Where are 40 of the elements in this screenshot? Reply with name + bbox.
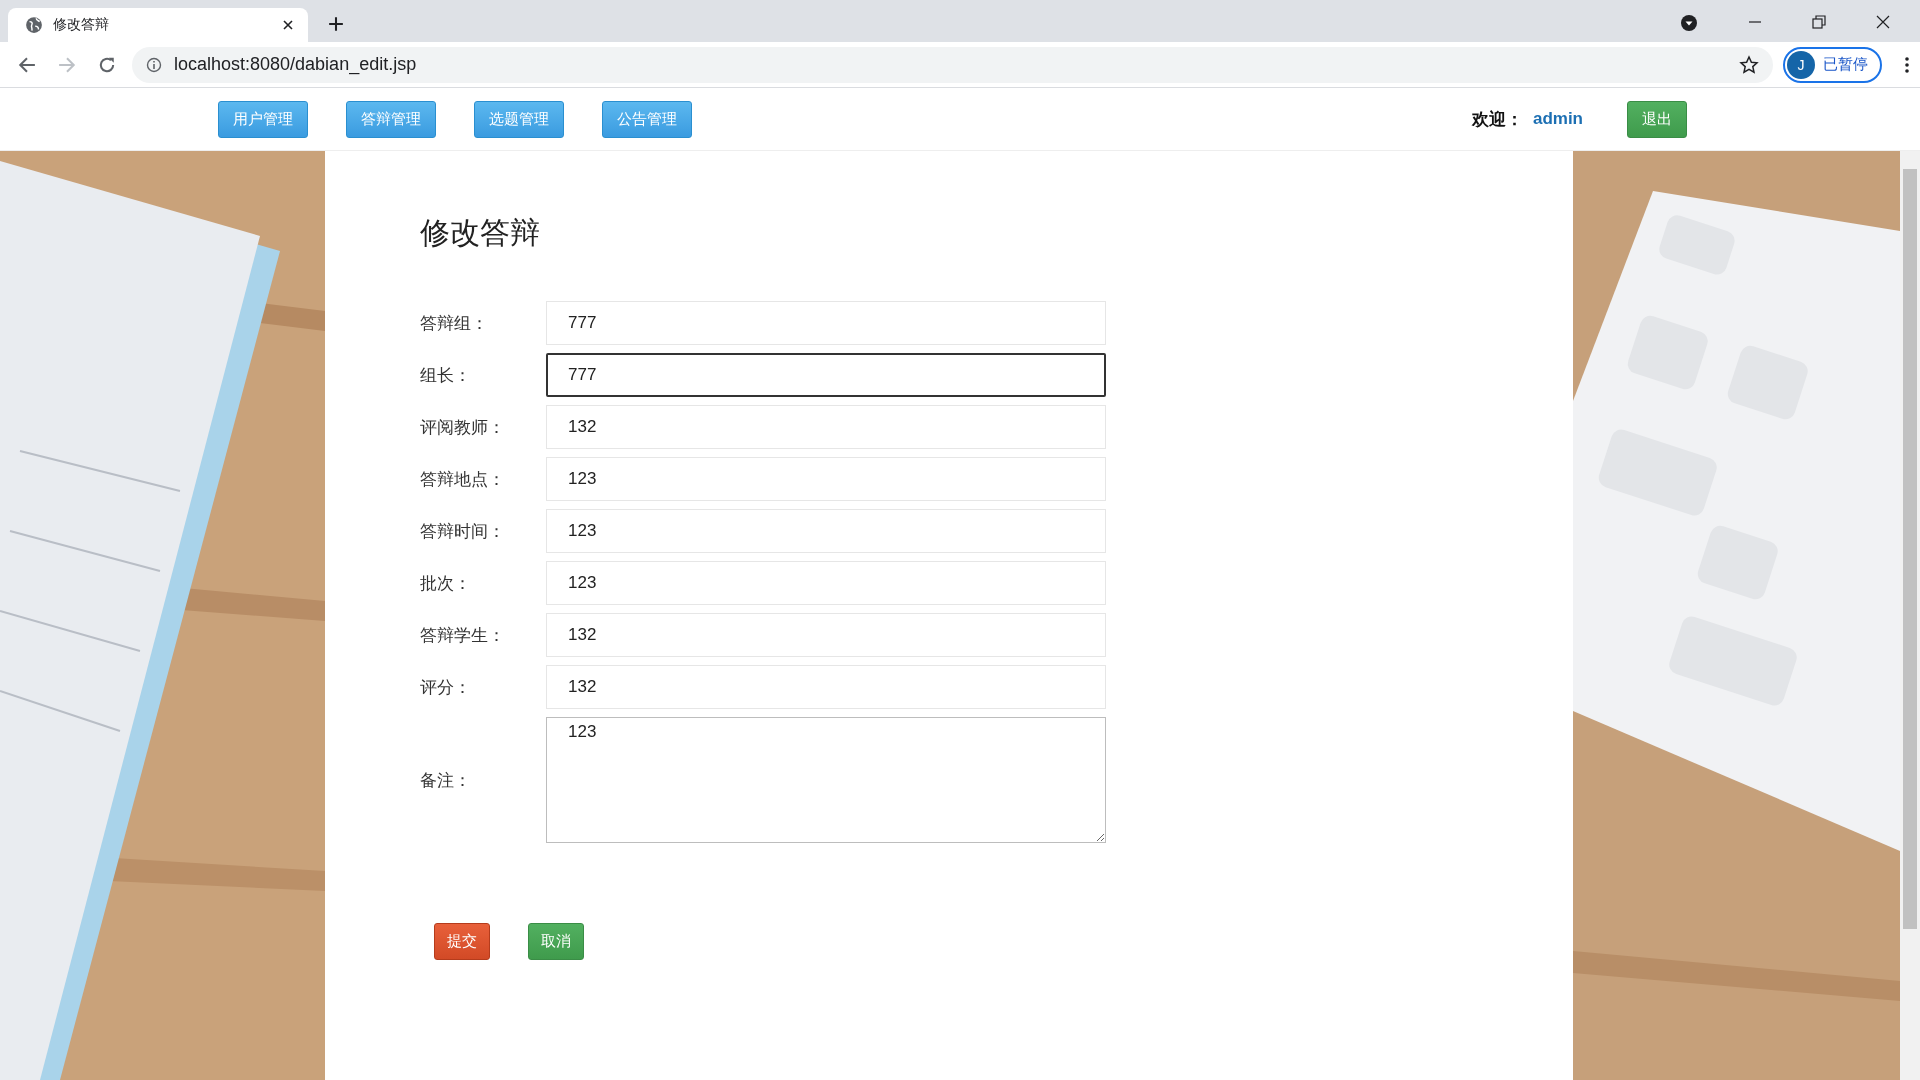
menu-icon[interactable] [1904,55,1910,74]
new-tab-icon[interactable] [328,16,344,32]
text-field[interactable]: 123 [546,509,1106,553]
text-field[interactable]: 132 [546,613,1106,657]
field-label: 答辩地点： [420,468,506,491]
address-field[interactable]: localhost:8080/dabian_edit.jsp [132,46,1773,83]
close-icon[interactable] [1876,15,1890,29]
field-label: 组长： [420,364,472,387]
field-label: 评阅教师： [420,416,506,439]
back-icon[interactable] [18,55,36,74]
profile-avatar: J [1787,50,1815,79]
field-label: 备注： [420,769,472,792]
text-field[interactable]: 132 [546,665,1106,709]
scrollbar[interactable] [1900,151,1920,1080]
text-field[interactable]: 777 [546,353,1106,397]
info-icon[interactable] [146,56,162,73]
field-label: 答辩时间： [420,520,506,543]
restore-icon[interactable] [1812,15,1826,29]
text-field[interactable]: 132 [546,405,1106,449]
browser-tab[interactable]: 修改答辩 [8,8,308,42]
tab-title: 修改答辩 [53,16,110,34]
field-label: 答辩组： [420,312,489,335]
text-field[interactable]: 123 [546,457,1106,501]
globe-icon [25,16,43,34]
field-label: 批次： [420,572,472,595]
text-field[interactable]: 777 [546,301,1106,345]
user-link[interactable]: admin [1532,109,1583,129]
reload-icon[interactable] [98,55,116,74]
close-tab-icon[interactable] [282,19,294,31]
form-title: 修改答辩 [420,215,541,251]
text-field[interactable]: 123 [546,561,1106,605]
star-icon[interactable] [1739,54,1759,75]
welcome-label: 欢迎： [1471,108,1523,131]
dropdown-icon[interactable] [1680,14,1698,32]
field-label: 答辩学生： [420,624,506,647]
profile-button[interactable]: J 已暂停 [1783,46,1882,83]
text-area[interactable]: 123 [546,717,1106,843]
url-text: localhost:8080/dabian_edit.jsp [174,54,417,75]
submit-button[interactable]: 提交 [434,923,490,960]
field-label: 评分： [420,676,472,699]
